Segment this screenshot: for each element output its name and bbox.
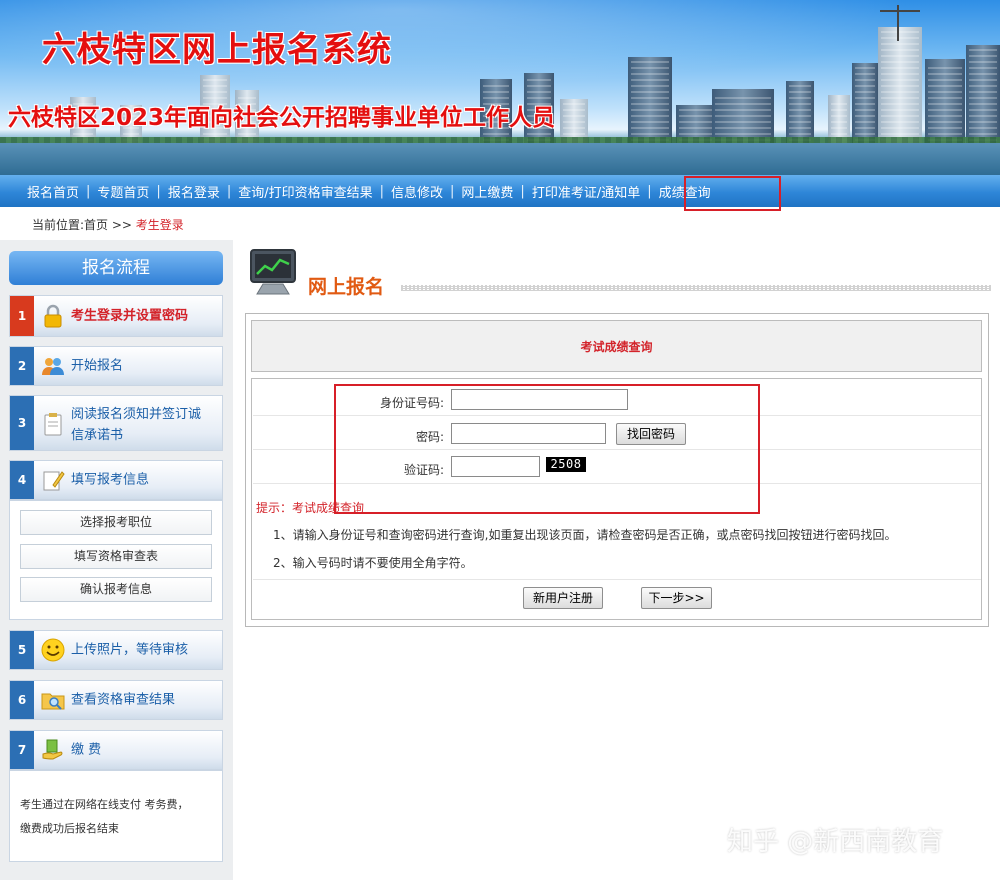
clipboard-icon	[41, 412, 65, 436]
note-line-2: 2、输入号码时请不要使用全角字符。	[273, 556, 473, 570]
select-position-button[interactable]: 选择报考职位	[20, 510, 212, 535]
step-3-notice[interactable]: 3 阅读报名须知并签订诚 信承诺书	[9, 395, 223, 451]
step-7-payment[interactable]: 7 缴 费	[9, 730, 223, 770]
breadcrumb-current[interactable]: 考生登录	[136, 218, 184, 232]
skyline-building	[628, 57, 672, 145]
section-divider	[401, 285, 991, 291]
step-label: 开始报名	[71, 358, 124, 374]
step-4-fill-info[interactable]: 4 填写报考信息	[9, 460, 223, 500]
step-number: 5	[10, 631, 34, 669]
nav-online-payment[interactable]: 网上缴费	[454, 182, 520, 201]
nav-qualification-result[interactable]: 查询/打印资格审查结果	[231, 182, 379, 201]
nav-highlight-box	[684, 176, 781, 211]
step-number: 7	[10, 731, 34, 769]
payment-note-panel: 考生通过在网络在线支付 考务费， 缴费成功后报名结束	[9, 770, 223, 862]
step-label: 缴 费	[71, 742, 102, 758]
step-5-upload-photo[interactable]: 5 上传照片，等待审核	[9, 630, 223, 670]
fill-qualification-form-button[interactable]: 填写资格审查表	[20, 544, 212, 569]
top-nav: 报名首页 | 专题首页 | 报名登录 | 查询/打印资格审查结果 | 信息修改 …	[0, 175, 1000, 207]
monitor-chart-icon	[247, 248, 303, 298]
smiley-icon	[41, 638, 65, 662]
section-title: 网上报名	[308, 276, 385, 298]
step-number: 4	[10, 461, 34, 499]
nav-edit-info[interactable]: 信息修改	[384, 182, 450, 201]
skyline-building	[966, 45, 1000, 145]
panel-title: 考试成绩查询	[251, 320, 982, 372]
step-1-login[interactable]: 1 考生登录并设置密码	[9, 295, 223, 337]
row-divider	[253, 579, 981, 580]
next-step-button[interactable]: 下一步>>	[641, 587, 712, 609]
breadcrumb-prefix: 当前位置:首页 >>	[32, 218, 136, 232]
nav-topic-home[interactable]: 专题首页	[90, 182, 156, 201]
step-label: 上传照片，等待审核	[71, 642, 189, 658]
recruitment-subtitle: 六枝特区2023年面向社会公开招聘事业单位工作人员	[8, 105, 556, 131]
pencil-doc-icon	[41, 468, 65, 492]
step-2-start[interactable]: 2 开始报名	[9, 346, 223, 386]
note-line-1: 1、请输入身份证号和查询密码进行查询,如重复出现该页面，请检查密码是否正确，或点…	[273, 528, 897, 542]
folder-search-icon	[41, 688, 65, 712]
step-label-line1: 阅读报名须知并签订诚	[71, 407, 202, 422]
crane	[880, 10, 920, 12]
step-4-subpanel: 选择报考职位 填写资格审查表 确认报考信息	[9, 500, 223, 620]
sidebar: 报名流程 1 考生登录并设置密码 2 开始报名 3 阅读报名须知并签订诚 信承诺…	[0, 240, 233, 880]
nav-login[interactable]: 报名登录	[161, 182, 227, 201]
step-label: 考生登录并设置密码	[71, 308, 189, 324]
skyline-building	[878, 27, 922, 145]
step-label: 阅读报名须知并签订诚 信承诺书	[71, 404, 201, 446]
payment-note-line2: 缴费成功后报名结束	[20, 822, 119, 835]
lake-water	[0, 143, 1000, 175]
nav-home[interactable]: 报名首页	[20, 182, 86, 201]
breadcrumb: 当前位置:首页 >> 考生登录	[32, 216, 184, 233]
nav-print-admission[interactable]: 打印准考证/通知单	[525, 182, 647, 201]
section-header: 网上报名	[247, 248, 992, 298]
lock-icon	[41, 304, 65, 328]
step-number: 6	[10, 681, 34, 719]
form-highlight-box	[334, 384, 760, 514]
money-hand-icon	[41, 738, 65, 762]
step-label: 填写报考信息	[71, 472, 150, 488]
users-icon	[41, 354, 65, 378]
header-banner: 六枝特区网上报名系统 六枝特区2023年面向社会公开招聘事业单位工作人员	[0, 0, 1000, 175]
watermark: 知乎 @新西南教育	[727, 827, 944, 857]
flow-title: 报名流程	[9, 251, 223, 285]
step-number: 1	[10, 296, 34, 336]
skyline-building	[852, 63, 878, 145]
confirm-application-button[interactable]: 确认报考信息	[20, 577, 212, 602]
step-6-view-result[interactable]: 6 查看资格审查结果	[9, 680, 223, 720]
step-number: 2	[10, 347, 34, 385]
skyline-building	[925, 59, 965, 145]
skyline-building	[786, 81, 814, 145]
payment-note-line1: 考生通过在网络在线支付 考务费，	[20, 798, 189, 811]
step-label: 查看资格审查结果	[71, 692, 176, 708]
step-label-line2: 信承诺书	[71, 428, 124, 443]
system-title: 六枝特区网上报名系统	[42, 30, 392, 70]
new-user-register-button[interactable]: 新用户注册	[523, 587, 603, 609]
step-number: 3	[10, 396, 34, 450]
